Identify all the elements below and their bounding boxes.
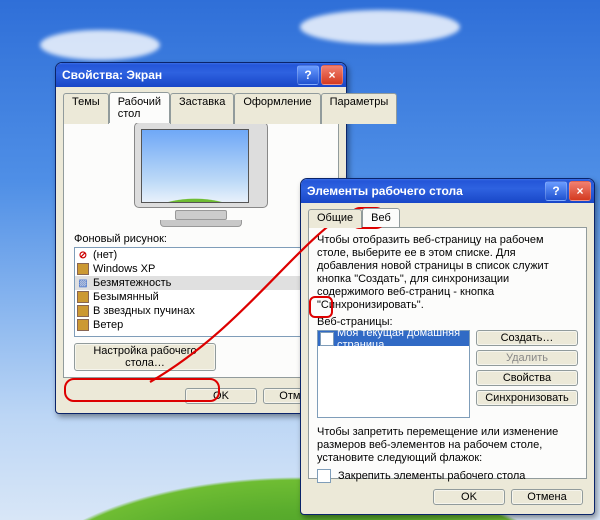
list-item: Ветер bbox=[75, 318, 327, 332]
cloud-deco bbox=[40, 30, 160, 60]
monitor-preview bbox=[131, 122, 271, 227]
instructions-text: Чтобы отобразить веб-страницу на рабочем… bbox=[317, 234, 578, 312]
sync-button[interactable]: Синхронизовать bbox=[476, 390, 578, 406]
tab-appearance[interactable]: Оформление bbox=[234, 93, 320, 124]
tabset: Общие Веб bbox=[308, 208, 587, 227]
list-item[interactable]: Моя текущая домашняя страница bbox=[318, 331, 469, 346]
tab-desktop[interactable]: Рабочий стол bbox=[109, 92, 170, 123]
bmp-icon bbox=[77, 319, 89, 331]
lock-checkbox[interactable] bbox=[317, 469, 331, 483]
tab-themes[interactable]: Темы bbox=[63, 93, 109, 124]
tab-settings[interactable]: Параметры bbox=[321, 93, 398, 124]
list-item: ⊘(нет) bbox=[75, 248, 327, 262]
delete-button[interactable]: Удалить bbox=[476, 350, 578, 366]
wallpaper-list-label: Фоновый рисунок: bbox=[74, 233, 328, 245]
close-button[interactable]: × bbox=[321, 65, 343, 85]
help-button[interactable]: ? bbox=[297, 65, 319, 85]
tab-general[interactable]: Общие bbox=[308, 209, 362, 228]
tab-page-desktop: Фоновый рисунок: ⊘(нет) Windows XP ▨Безм… bbox=[63, 111, 339, 378]
list-item: Безымянный bbox=[75, 290, 327, 304]
titlebar[interactable]: Элементы рабочего стола ? × bbox=[301, 179, 594, 203]
theme-icon: ▨ bbox=[77, 277, 89, 289]
lock-instructions: Чтобы запретить перемещение или изменени… bbox=[317, 426, 578, 465]
tab-screensaver[interactable]: Заставка bbox=[170, 93, 234, 124]
desktop-background: Свойства: Экран ? × Темы Рабочий стол За… bbox=[0, 0, 600, 520]
bmp-icon bbox=[77, 291, 89, 303]
titlebar[interactable]: Свойства: Экран ? × bbox=[56, 63, 346, 87]
ok-button[interactable]: OK bbox=[185, 388, 257, 404]
wallpaper-list[interactable]: ⊘(нет) Windows XP ▨Безмятежность Безымян… bbox=[74, 247, 328, 337]
window-title: Элементы рабочего стола bbox=[307, 184, 543, 198]
bmp-icon bbox=[77, 263, 89, 275]
desktop-items-window: Элементы рабочего стола ? × Общие Веб Чт… bbox=[300, 178, 595, 515]
web-item-label: Моя текущая домашняя страница bbox=[337, 327, 467, 351]
list-item: Windows XP bbox=[75, 262, 327, 276]
cloud-deco bbox=[300, 10, 460, 44]
help-button[interactable]: ? bbox=[545, 181, 567, 201]
list-item: В звездных пучинах bbox=[75, 304, 327, 318]
no-image-icon: ⊘ bbox=[77, 249, 89, 261]
list-item: ▨Безмятежность bbox=[75, 276, 327, 290]
create-button[interactable]: Создать… bbox=[476, 330, 578, 346]
ok-button[interactable]: OK bbox=[433, 489, 505, 505]
tabset: Темы Рабочий стол Заставка Оформление Па… bbox=[63, 92, 339, 123]
customize-desktop-button[interactable]: Настройка рабочего стола… bbox=[74, 343, 216, 371]
bmp-icon bbox=[77, 305, 89, 317]
cancel-button[interactable]: Отмена bbox=[511, 489, 583, 505]
checkbox-icon[interactable] bbox=[320, 332, 334, 346]
tab-web[interactable]: Веб bbox=[362, 208, 400, 227]
close-button[interactable]: × bbox=[569, 181, 591, 201]
monitor-screen-icon bbox=[141, 129, 249, 203]
tab-page-web: Чтобы отобразить веб-страницу на рабочем… bbox=[308, 227, 587, 479]
web-pages-list[interactable]: Моя текущая домашняя страница bbox=[317, 330, 470, 418]
properties-button[interactable]: Свойства bbox=[476, 370, 578, 386]
window-title: Свойства: Экран bbox=[62, 68, 295, 82]
lock-checkbox-label: Закрепить элементы рабочего стола bbox=[338, 470, 525, 482]
